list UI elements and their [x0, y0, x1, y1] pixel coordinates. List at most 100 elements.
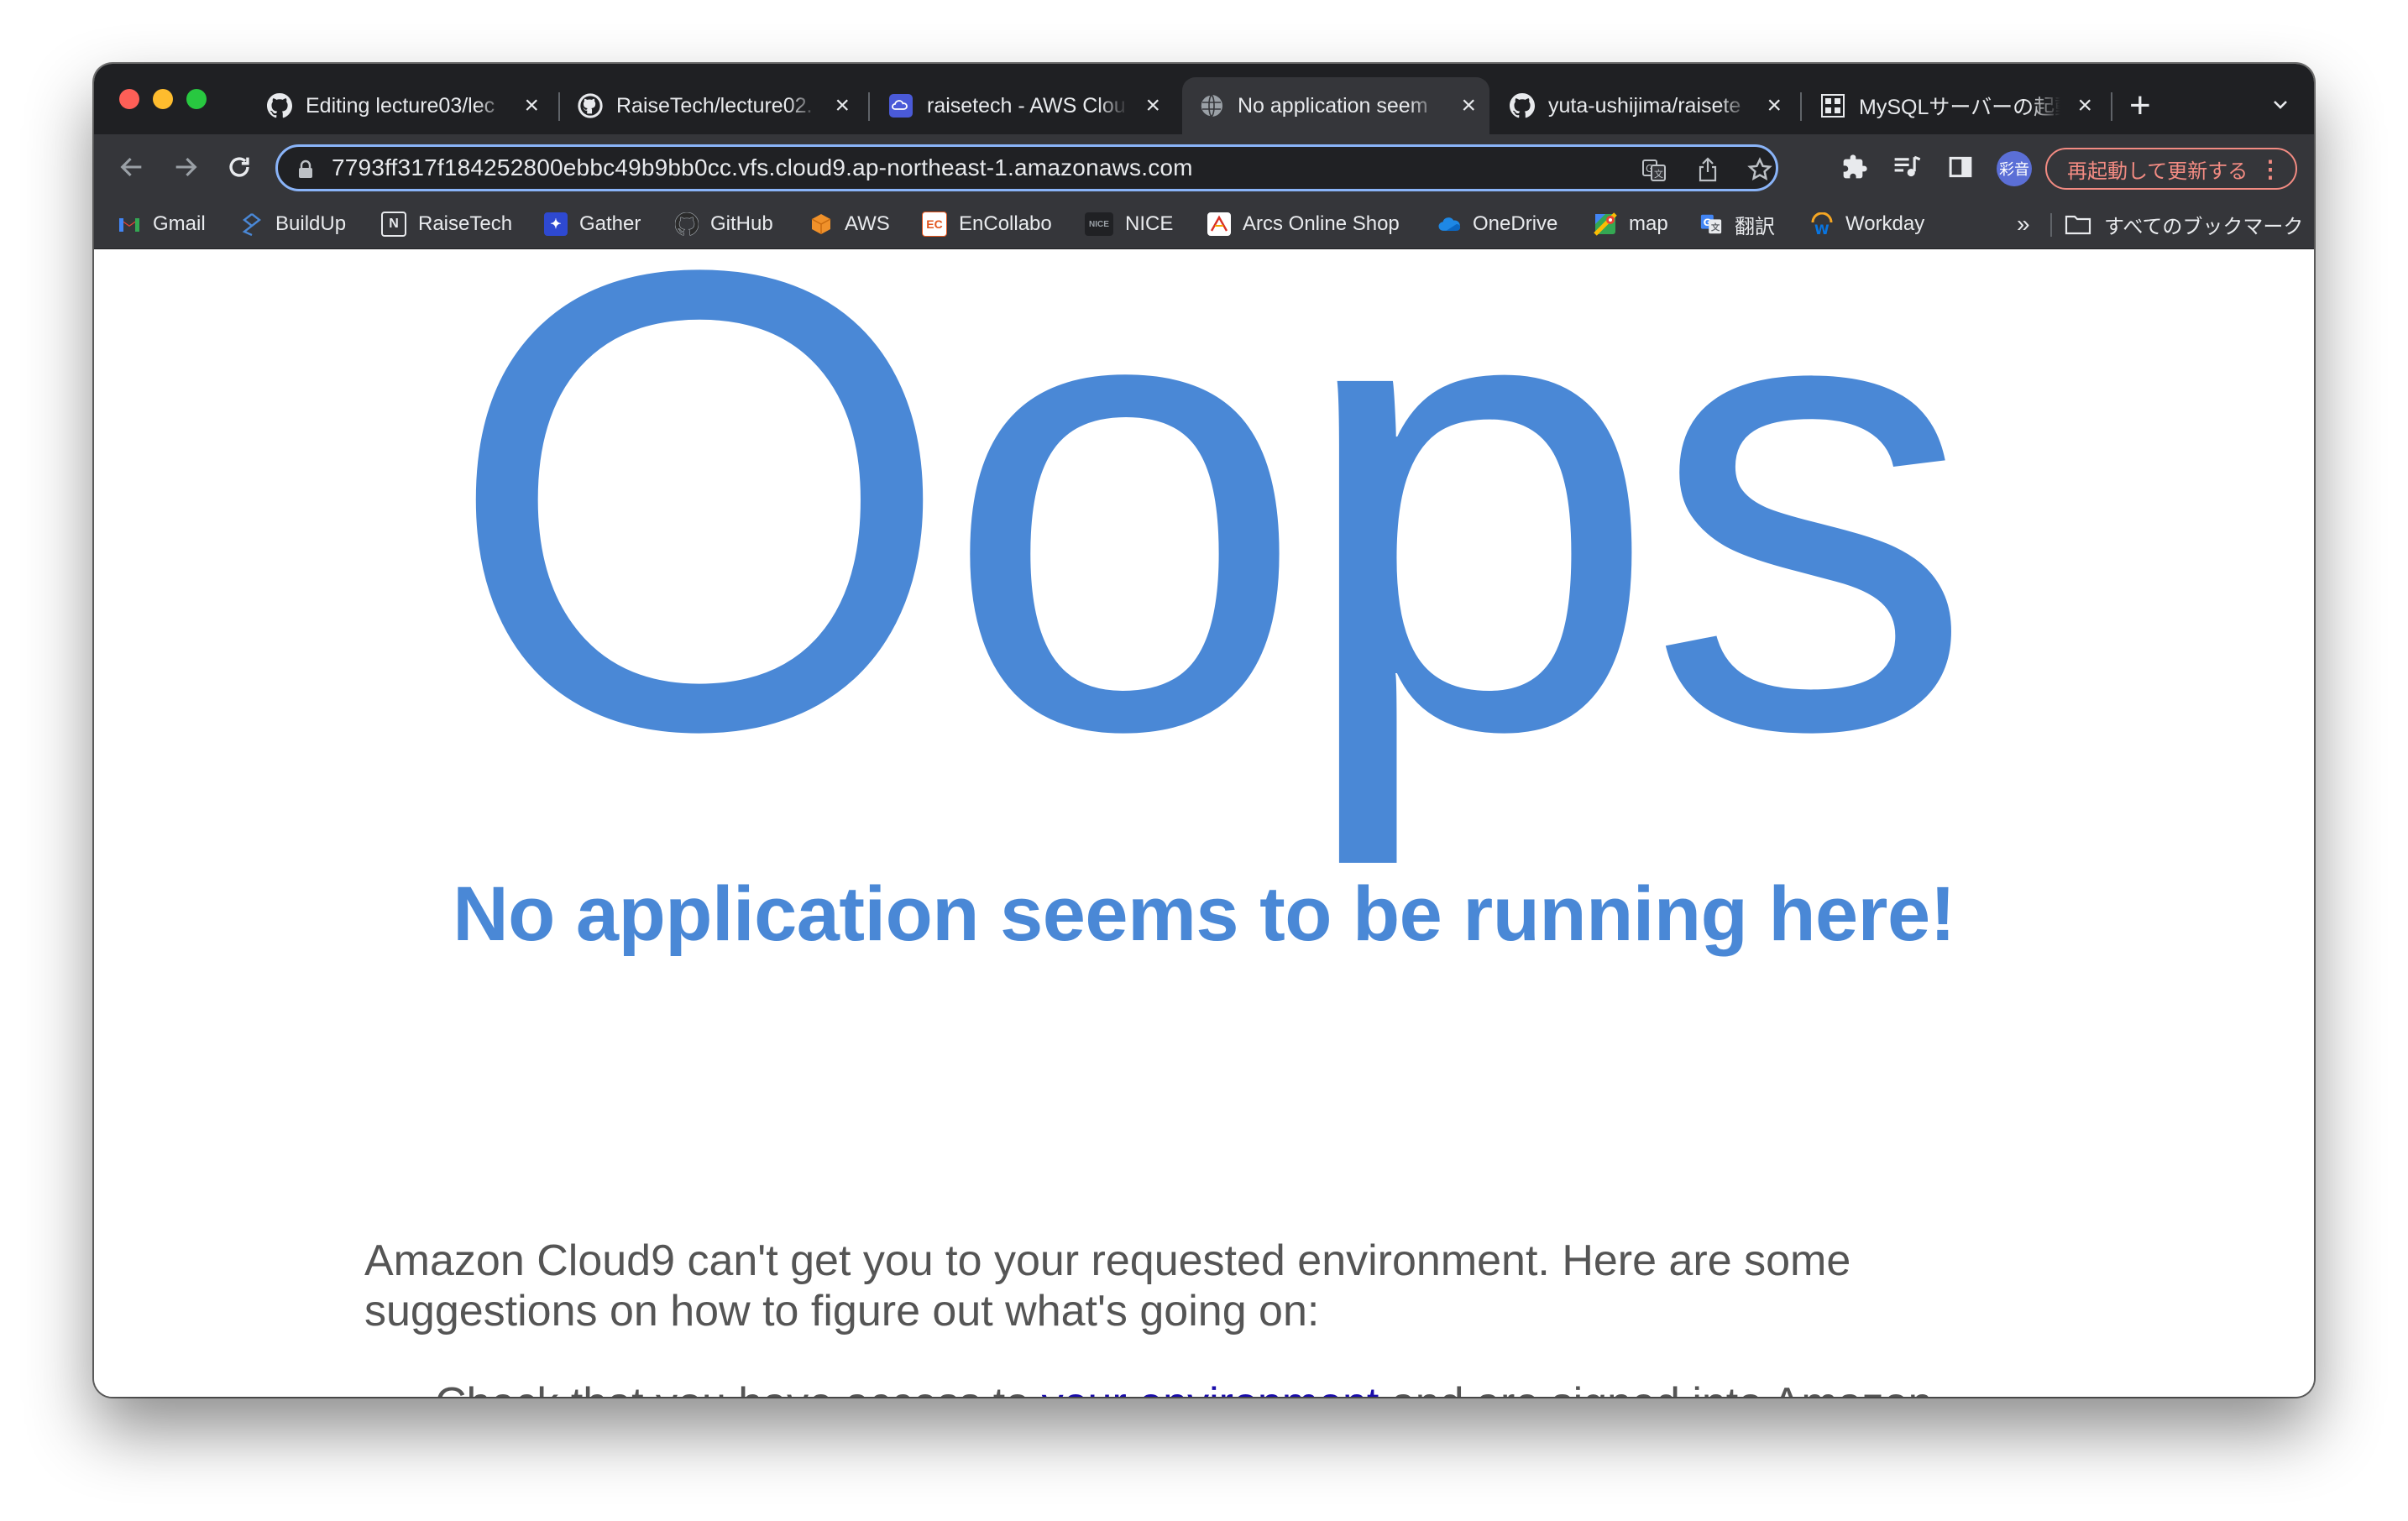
bookmark-label: NICE [1125, 212, 1174, 235]
new-tab-button[interactable]: + [2129, 82, 2151, 129]
svg-text:W: W [1814, 222, 1830, 236]
bookmark-label: OneDrive [1473, 212, 1558, 235]
github-icon [675, 212, 699, 236]
tab-separator [868, 92, 870, 121]
bookmark-raisetech[interactable]: N RaiseTech [381, 210, 512, 238]
bookmark-label: EnCollabo [959, 212, 1052, 235]
translate-page-icon[interactable]: G文 [1640, 155, 1668, 184]
kebab-menu-icon[interactable]: ⋮ [2259, 155, 2282, 183]
tab-strip: Editing lecture03/lec × RaiseTech/lectur… [94, 64, 2314, 134]
relaunch-label: 再起動して更新する [2067, 159, 2248, 183]
arrow-right-icon [175, 157, 197, 177]
minimize-window-button[interactable] [153, 89, 173, 109]
tab-close-icon[interactable]: × [524, 91, 539, 120]
relaunch-update-button[interactable]: 再起動して更新する ⋮ [2045, 148, 2297, 190]
folder-icon [2064, 212, 2092, 236]
onedrive-icon [1437, 212, 1461, 236]
tab-title: raisetech - AWS Clou [927, 93, 1126, 118]
tab-editing-lecture03[interactable]: Editing lecture03/lec × [250, 77, 552, 134]
tab-separator [1800, 92, 1802, 121]
svg-text:文: 文 [1710, 222, 1720, 233]
lock-icon[interactable] [291, 155, 320, 184]
extensions-icon[interactable] [1837, 149, 1872, 185]
address-bar[interactable]: 7793ff317f184252800ebbc49b9bb0cc.vfs.clo… [275, 144, 1778, 191]
bookmark-aws[interactable]: AWS [809, 210, 890, 238]
bookmark-workday[interactable]: W Workday [1810, 210, 1924, 238]
zoom-window-button[interactable] [186, 89, 207, 109]
gather-icon: ✦ [544, 212, 568, 236]
github-icon [578, 93, 603, 118]
side-panel-icon[interactable] [1943, 149, 1978, 185]
tab-mysql-server[interactable]: MySQLサーバーの起動 × [1803, 77, 2106, 134]
bookmark-label: GitHub [710, 212, 773, 235]
page-content: Oops No application seems to be running … [94, 249, 2314, 1397]
tab-title: RaiseTech/lecture02. [616, 93, 813, 118]
tab-close-icon[interactable]: × [1461, 91, 1476, 120]
url-text: 7793ff317f184252800ebbc49b9bb0cc.vfs.clo… [332, 154, 1193, 180]
bookmark-buildup[interactable]: BuildUp [240, 210, 346, 238]
profile-avatar[interactable]: 彩音 [1997, 151, 2032, 186]
tab-raisetech-lecture02[interactable]: RaiseTech/lecture02. × [561, 77, 863, 134]
bookmark-gather[interactable]: ✦ Gather [544, 210, 641, 238]
bookmark-star-icon[interactable] [1746, 155, 1774, 184]
bookmark-map[interactable]: map [1594, 210, 1668, 238]
tab-title: yuta-ushijima/raisete [1548, 93, 1741, 118]
buildup-icon [240, 212, 264, 236]
media-control-icon[interactable] [1889, 149, 1924, 185]
notion-icon: N [381, 212, 406, 237]
back-button[interactable] [114, 149, 149, 185]
bookmark-label: Gather [579, 212, 641, 235]
svg-text:文: 文 [1654, 168, 1663, 180]
bookmark-gmail[interactable]: Gmail [118, 210, 206, 238]
bookmark-label: Gmail [153, 212, 206, 235]
bookmark-label: RaiseTech [418, 212, 513, 235]
bookmark-nice[interactable]: NICE NICE [1085, 210, 1173, 238]
forward-button[interactable] [168, 149, 203, 185]
globe-icon [1199, 93, 1224, 118]
bookmark-translate[interactable]: G文 翻訳 [1699, 210, 1775, 238]
bullet-text: Check that you have access to your envir… [400, 1379, 1933, 1397]
bookmark-onedrive[interactable]: OneDrive [1437, 210, 1557, 238]
page-heading: Oops [444, 249, 1975, 866]
gmail-icon [118, 212, 141, 236]
arcs-icon [1207, 212, 1231, 236]
qiita-icon [1820, 93, 1845, 118]
all-bookmarks-button[interactable]: すべてのブックマーク [2064, 210, 2303, 238]
tab-close-icon[interactable]: × [2077, 91, 2092, 120]
github-icon [1510, 93, 1535, 118]
bookmarks-bar: Gmail BuildUp N RaiseTech ✦ Gather GitHu… [94, 200, 2314, 249]
bookmark-label: 翻訳 [1735, 215, 1775, 238]
bullet-prefix: Check that you have access to [435, 1379, 1042, 1397]
bookmarks-overflow-button[interactable]: » [2017, 210, 2030, 238]
share-icon[interactable] [1693, 155, 1722, 184]
tab-yuta-ushijima[interactable]: yuta-ushijima/raisete × [1493, 77, 1795, 134]
bookmarks-divider [2050, 213, 2052, 237]
tab-close-icon[interactable]: × [835, 91, 850, 120]
your-environment-link[interactable]: your environment [1042, 1379, 1379, 1397]
tab-search-icon[interactable] [2265, 89, 2295, 119]
tab-close-icon[interactable]: × [1145, 91, 1160, 120]
bookmark-label: Workday [1845, 212, 1925, 235]
list-item: Check that you have access to your envir… [400, 1378, 2079, 1397]
tab-raisetech-aws-cloud9[interactable]: raisetech - AWS Clou × [872, 77, 1174, 134]
bookmark-encollabo[interactable]: EC EnCollabo [922, 210, 1052, 238]
reload-button[interactable] [222, 149, 257, 185]
tab-close-icon[interactable]: × [1767, 91, 1782, 120]
tab-title: Editing lecture03/lec [306, 93, 495, 118]
bookmark-arcs[interactable]: Arcs Online Shop [1207, 210, 1400, 238]
workday-icon: W [1810, 212, 1834, 236]
bookmark-label: AWS [845, 212, 890, 235]
close-window-button[interactable] [119, 89, 139, 109]
bookmark-label: Arcs Online Shop [1243, 212, 1400, 235]
aws-icon [809, 212, 833, 236]
maps-icon [1594, 212, 1617, 236]
translate-icon: G文 [1699, 212, 1723, 236]
tab-no-application[interactable]: No application seem × [1182, 77, 1489, 134]
github-icon [267, 93, 292, 118]
bookmark-github[interactable]: GitHub [675, 210, 773, 238]
page-subtitle: No application seems to be running here! [453, 871, 1955, 957]
bookmark-label: map [1629, 212, 1668, 235]
tab-separator [2111, 92, 2112, 121]
browser-window: Editing lecture03/lec × RaiseTech/lectur… [94, 64, 2314, 1397]
intro-paragraph: Amazon Cloud9 can't get you to your requ… [364, 1236, 1851, 1335]
